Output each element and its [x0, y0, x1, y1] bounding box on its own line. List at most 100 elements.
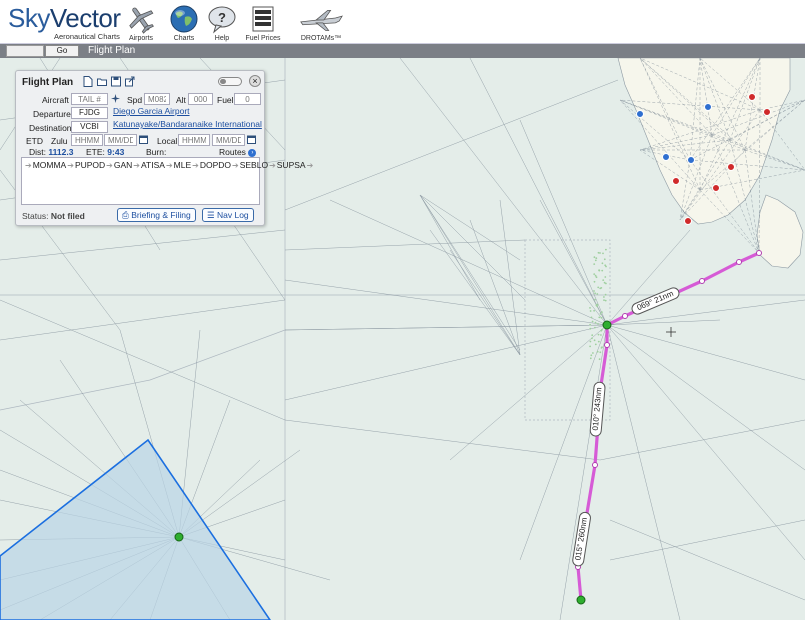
atoll-dot	[591, 320, 594, 323]
atoll-dot	[596, 350, 599, 353]
calendar-icon[interactable]	[139, 135, 148, 144]
airport-marker[interactable]	[687, 156, 695, 164]
waypoint-marker[interactable]	[736, 259, 742, 265]
status-value: Not filed	[50, 211, 85, 221]
waypoint-marker[interactable]	[756, 250, 762, 256]
airport-marker[interactable]	[662, 153, 670, 161]
destination-label: Destination	[29, 123, 72, 133]
airport-marker[interactable]	[748, 93, 756, 101]
aircraft-icon[interactable]	[111, 94, 120, 103]
skyvector-logo[interactable]: SkyVector Aeronautical Charts	[8, 4, 121, 41]
atoll-dot	[600, 316, 603, 319]
nav-drotams[interactable]: DROTAMs™	[296, 4, 346, 42]
new-file-icon[interactable]	[83, 76, 93, 87]
departure-airport-link[interactable]: Diego Garcia Airport	[113, 106, 190, 116]
route-waypoint[interactable]: DOPDO	[200, 160, 231, 170]
logo-sky: Sky	[8, 3, 50, 33]
routes-arrow-icon: ›	[248, 148, 257, 157]
waypoint-marker[interactable]	[699, 278, 705, 284]
atoll-dot	[597, 286, 600, 289]
atoll-dot	[598, 269, 601, 272]
fuel-input[interactable]	[234, 93, 261, 105]
close-panel-button[interactable]: ×	[249, 75, 261, 87]
destination-input[interactable]: VCBI	[71, 121, 108, 133]
local-label: Local	[157, 136, 178, 146]
nav-help[interactable]: ? Help	[200, 4, 244, 42]
filing-status: Status: Not filed	[22, 211, 85, 221]
airport-marker[interactable]	[763, 108, 771, 116]
nav-log-button[interactable]: ☰ Nav Log	[202, 208, 254, 222]
search-input[interactable]	[6, 45, 44, 57]
atoll-dot	[595, 304, 598, 307]
departure-input[interactable]: FJDG	[71, 107, 108, 119]
route-arrow-icon: ➔	[192, 161, 199, 170]
logo-vector: Vector	[49, 3, 121, 33]
speed-label: Spd	[127, 95, 143, 105]
destination-airport-link[interactable]: Katunayake/Bandaranaike International	[113, 119, 262, 129]
zulu-time-input[interactable]	[71, 134, 103, 146]
distance-label: Dist:	[29, 147, 46, 157]
route-arrow-icon: ➔	[106, 161, 113, 170]
printer-icon: ⎙	[122, 210, 129, 220]
atoll-dot	[589, 307, 591, 309]
airplane-icon	[129, 7, 154, 34]
atoll-dot	[595, 276, 598, 279]
airport-marker[interactable]	[684, 217, 692, 225]
airport-marker[interactable]	[174, 532, 184, 542]
route-waypoint[interactable]: GAN	[114, 160, 132, 170]
tail-number-input[interactable]	[71, 93, 108, 105]
briefing-button-label: Briefing & Filing	[131, 210, 191, 220]
zulu-label: Zulu	[51, 136, 68, 146]
logo-wordmark: SkyVector	[8, 4, 121, 32]
route-waypoint[interactable]: PUPOD	[75, 160, 105, 170]
share-icon[interactable]	[125, 76, 135, 87]
speed-input[interactable]	[144, 93, 170, 105]
airport-marker[interactable]	[672, 177, 680, 185]
go-button[interactable]: Go	[45, 45, 79, 57]
atoll-dot	[591, 334, 594, 337]
help-bubble-icon: ?	[208, 6, 236, 34]
atoll-dot	[600, 347, 603, 349]
airport-marker[interactable]	[704, 103, 712, 111]
briefing-filing-button[interactable]: ⎙ Briefing & Filing	[117, 208, 196, 222]
routes-link[interactable]: Routes ›	[219, 147, 257, 157]
route-waypoint[interactable]: SUPSA	[277, 160, 306, 170]
panel-toggle-switch[interactable]	[218, 77, 242, 86]
nav-fuel-prices[interactable]: Fuel Prices	[241, 4, 285, 42]
local-date-input[interactable]	[212, 134, 245, 146]
airport-marker[interactable]	[712, 184, 720, 192]
route-waypoint[interactable]: SEBLO	[240, 160, 268, 170]
atoll-dot	[605, 248, 607, 251]
waypoint-marker[interactable]	[622, 313, 628, 319]
airport-diego-garcia-marker[interactable]	[576, 595, 586, 605]
atoll-dot	[589, 310, 592, 312]
nav-drotams-label: DROTAMs™	[300, 35, 342, 42]
atoll-dot	[594, 259, 597, 262]
airport-marker[interactable]	[636, 110, 644, 118]
atoll-dot	[593, 309, 595, 312]
flight-plan-tab[interactable]: Flight Plan	[88, 45, 135, 57]
calendar-icon[interactable]	[247, 135, 256, 144]
ete-value: 9:43	[107, 147, 125, 157]
ete-stat: ETE: 9:43	[86, 147, 124, 157]
route-arrow-icon: ➔	[232, 161, 239, 170]
route-string-box[interactable]: ➔MOMMA➔PUPOD➔GAN➔ATISA➔MLE➔DOPDO➔SEBLO➔S…	[21, 157, 313, 205]
ete-label: ETE:	[86, 147, 105, 157]
atoll-dot	[593, 290, 595, 292]
route-waypoint[interactable]: ATISA	[141, 160, 165, 170]
waypoint-marker[interactable]	[604, 342, 610, 348]
save-icon[interactable]	[111, 76, 121, 87]
local-time-input[interactable]	[178, 134, 210, 146]
route-waypoint[interactable]: MOMMA	[33, 160, 67, 170]
departure-label: Departure	[33, 109, 71, 119]
altitude-input[interactable]	[188, 93, 213, 105]
open-folder-icon[interactable]	[97, 76, 107, 87]
route-waypoint[interactable]: MLE	[174, 160, 191, 170]
zulu-date-input[interactable]	[104, 134, 137, 146]
airport-marker[interactable]	[727, 163, 735, 171]
waypoint-marker[interactable]	[592, 462, 598, 468]
nav-airports[interactable]: Airports	[119, 4, 163, 42]
fuel-price-icon	[252, 6, 274, 32]
airport-gan-marker[interactable]	[602, 320, 612, 330]
atoll-dot	[597, 340, 600, 343]
